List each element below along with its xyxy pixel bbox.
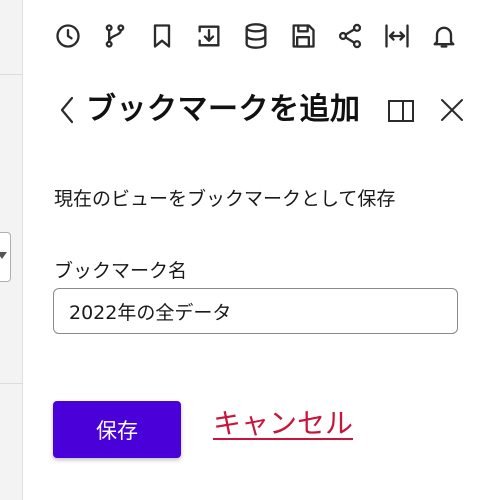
database-icon[interactable]	[238, 18, 274, 54]
caret-down-icon[interactable]	[0, 252, 7, 259]
dock-panel-icon[interactable]	[386, 96, 416, 126]
close-icon[interactable]	[436, 94, 468, 126]
left-pane-divider	[0, 383, 22, 384]
bookmark-name-input[interactable]	[53, 288, 458, 334]
bookmark-icon[interactable]	[144, 18, 180, 54]
left-pane	[0, 0, 23, 500]
bell-icon[interactable]	[426, 18, 462, 54]
panel-header: ブックマークを追加	[52, 86, 482, 134]
cancel-link[interactable]: キャンセル	[213, 402, 353, 446]
history-icon[interactable]	[50, 18, 86, 54]
save-button[interactable]: 保存	[53, 401, 181, 458]
branch-icon[interactable]	[97, 18, 133, 54]
toolbar	[50, 18, 462, 54]
share-icon[interactable]	[332, 18, 368, 54]
fit-width-icon[interactable]	[379, 18, 415, 54]
chevron-left-icon[interactable]	[52, 92, 82, 128]
download-icon[interactable]	[191, 18, 227, 54]
panel-description: 現在のビューをブックマークとして保存	[54, 188, 396, 210]
panel-title: ブックマークを追加	[86, 92, 361, 127]
bookmark-name-label: ブックマーク名	[54, 260, 188, 282]
save-icon[interactable]	[285, 18, 321, 54]
left-pane-divider	[0, 74, 22, 75]
